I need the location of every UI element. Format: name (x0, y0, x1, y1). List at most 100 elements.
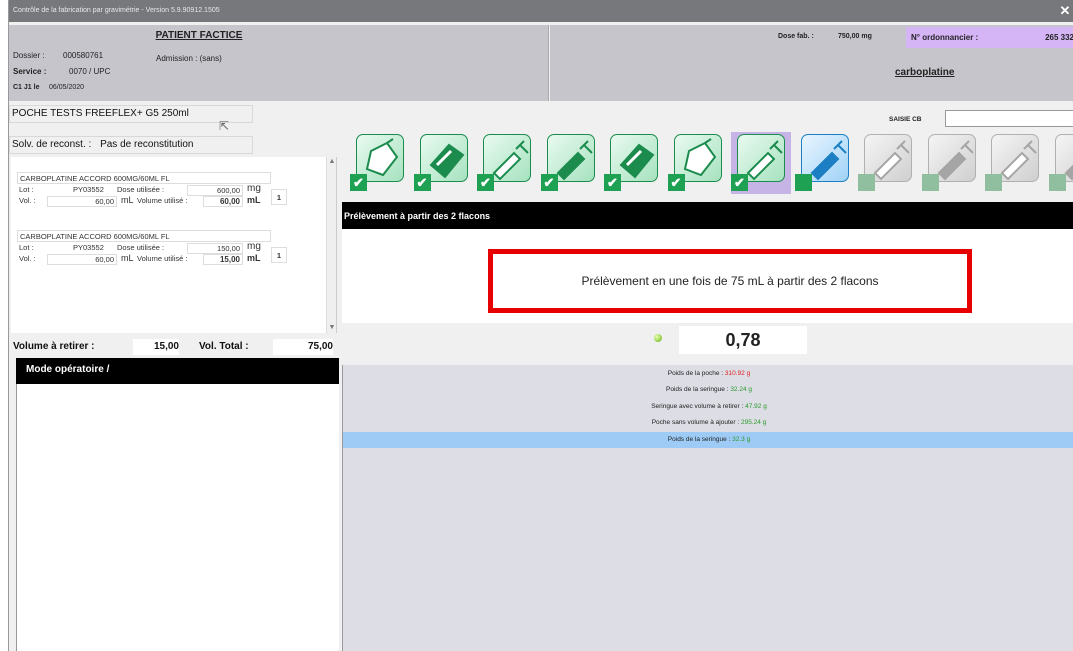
lot-label: Lot : (19, 243, 34, 252)
patient-panel: PATIENT FACTICE Dossier : 000580761 Admi… (9, 25, 549, 101)
vol-used-label: Volume utilisé : (137, 254, 188, 263)
check-icon: ✔ (540, 174, 558, 191)
ordonnancier-label: N° ordonnancier : (911, 33, 979, 42)
window-title: Contrôle de la fabrication par gravimétr… (13, 7, 220, 14)
mode-operatoire-title: Mode opératoire / (26, 364, 110, 375)
dose-unit: mg (247, 183, 261, 194)
dossier-value: 000580761 (63, 51, 104, 60)
step-syringe-icon[interactable]: ✔ (731, 132, 791, 194)
vol-total-value: 75,00 (273, 339, 333, 355)
saisie-cb-label: SAISIE CB (889, 116, 922, 123)
vol-used-unit: mL (247, 253, 261, 263)
step-bag-label-icon[interactable]: ✔ (604, 132, 664, 194)
admission-text: Admission : (sans) (156, 54, 222, 63)
step-title-bar: Prélèvement à partir des 2 flacons (342, 202, 1073, 229)
flacon-item[interactable]: CARBOPLATINE ACCORD 600MG/60ML FL Lot : … (17, 172, 309, 207)
log-line: Poids de la seringue : 32.24 g (665, 386, 752, 393)
check-icon: ✔ (731, 174, 748, 191)
step-syringe-fill-icon[interactable] (1048, 132, 1073, 194)
pending-icon (985, 174, 1002, 191)
cycle-label: C1 J1 le (13, 84, 40, 91)
list-scrollbar[interactable]: ▲ ▼ (326, 157, 336, 333)
pending-icon (858, 174, 875, 191)
close-icon[interactable]: ✕ (1058, 0, 1072, 22)
solvant-label: Solv. de reconst. : (12, 139, 92, 150)
saisie-cb-input[interactable] (945, 110, 1073, 127)
main-window: Contrôle de la fabrication par gravimétr… (8, 0, 1073, 651)
pending-icon (794, 174, 812, 191)
balance-status-icon (654, 334, 662, 342)
scroll-down-icon[interactable]: ▼ (327, 323, 337, 333)
step-bag-weigh-icon[interactable]: ✔ (667, 132, 728, 194)
title-bar: Contrôle de la fabrication par gravimétr… (9, 0, 1073, 22)
check-icon: ✔ (477, 174, 494, 191)
balance-panel: 0,78 (342, 323, 1073, 363)
log-line: Poids de la poche : 310.92 g (667, 370, 751, 377)
check-icon: ✔ (413, 174, 431, 191)
step-syringe-icon[interactable] (858, 132, 918, 194)
dose-label: Dose fab. : (778, 33, 814, 40)
flacon-name: CARBOPLATINE ACCORD 600MG/60ML FL (17, 230, 271, 242)
flacon-list[interactable]: CARBOPLATINE ACCORD 600MG/60ML FL Lot : … (11, 157, 337, 333)
vol-value: 60,00 (47, 196, 117, 207)
step-syringe-fill-icon[interactable] (794, 132, 855, 194)
vol-used-label: Volume utilisé : (137, 196, 188, 205)
step-syringe-icon[interactable] (985, 132, 1045, 194)
vol-unit: mL (121, 195, 134, 205)
lot-value: PY03552 (73, 243, 104, 252)
vol-used-value: 15,00 (203, 254, 243, 265)
prescription-panel: Dose fab. : 750,00 mg N° ordonnancier : … (550, 25, 1073, 101)
mode-operatoire-area (16, 384, 339, 651)
dose-value: 750,00 mg (838, 33, 872, 40)
ordonnancier-value: 265 332 (1045, 33, 1073, 42)
ordonnancier-box: N° ordonnancier : 265 332 (906, 27, 1073, 48)
vol-label: Vol. : (19, 196, 36, 205)
lot-value: PY03552 (73, 185, 104, 194)
check-icon: ✔ (667, 174, 685, 191)
weighing-log: Poids de la poche : 310.92 g Poids de la… (342, 365, 1073, 651)
patient-name: PATIENT FACTICE (155, 30, 243, 41)
instruction-box: Prélèvement en une fois de 75 mL à parti… (488, 249, 972, 313)
pending-icon (921, 174, 939, 191)
scroll-up-icon[interactable]: ▲ (327, 157, 337, 167)
drug-name: carboplatine (895, 67, 955, 78)
step-title: Prélèvement à partir des 2 flacons (344, 211, 491, 221)
dossier-label: Dossier : (13, 51, 45, 60)
cycle-date: 06/05/2020 (49, 84, 85, 91)
vol-retirer-value: 15,00 (133, 339, 179, 355)
solvant-value: Pas de reconstitution (100, 139, 194, 150)
check-icon: ✔ (350, 174, 367, 191)
lot-label: Lot : (19, 185, 34, 194)
balance-value: 0,78 (679, 326, 807, 354)
flacon-name: CARBOPLATINE ACCORD 600MG/60ML FL (17, 172, 271, 184)
check-icon: ✔ (604, 174, 621, 191)
dose-used-label: Dose utilisée : (117, 185, 165, 194)
vol-retirer-label: Volume à retirer : (13, 341, 95, 352)
step-bag-label-icon[interactable]: ✔ (413, 132, 474, 194)
pending-icon (1048, 174, 1066, 191)
solvant-field: Solv. de reconst. : Pas de reconstitutio… (9, 136, 253, 154)
cursor-icon: ⇱ (219, 119, 230, 133)
step-syringe-icon[interactable]: ✔ (477, 132, 537, 194)
poche-field: POCHE TESTS FREEFLEX+ G5 250ml (9, 105, 253, 123)
step-bag-weigh-icon[interactable]: ✔ (350, 132, 410, 194)
step-icons-row: ✔ ✔ ✔ ✔ ✔ ✔ ✔ (342, 128, 1073, 202)
mode-operatoire-header: Mode opératoire / (16, 358, 339, 384)
vol-unit: mL (121, 253, 134, 263)
vol-label: Vol. : (19, 254, 36, 263)
vol-used-unit: mL (247, 195, 261, 205)
log-line: Seringue avec volume à retirer : 47.92 g (651, 403, 767, 410)
step-syringe-fill-icon[interactable]: ✔ (540, 132, 601, 194)
service-label: Service : (13, 67, 47, 76)
left-panel: POCHE TESTS FREEFLEX+ G5 250ml ⇱ Solv. d… (9, 103, 341, 651)
flacon-count[interactable]: 1 (271, 189, 287, 205)
service-value: 0070 / UPC (69, 67, 111, 76)
dose-unit: mg (247, 241, 261, 252)
vol-total-label: Vol. Total : (199, 341, 249, 352)
flacon-count[interactable]: 1 (271, 247, 287, 263)
step-syringe-fill-icon[interactable] (921, 132, 982, 194)
totals-row: Volume à retirer : 15,00 Vol. Total : 75… (13, 339, 339, 357)
flacon-item[interactable]: CARBOPLATINE ACCORD 600MG/60ML FL Lot : … (17, 230, 309, 265)
log-line-selected[interactable]: Poids de la seringue : 32.3 g (343, 432, 1073, 448)
log-line: Poche sans volume à ajouter : 295.24 g (651, 419, 767, 426)
